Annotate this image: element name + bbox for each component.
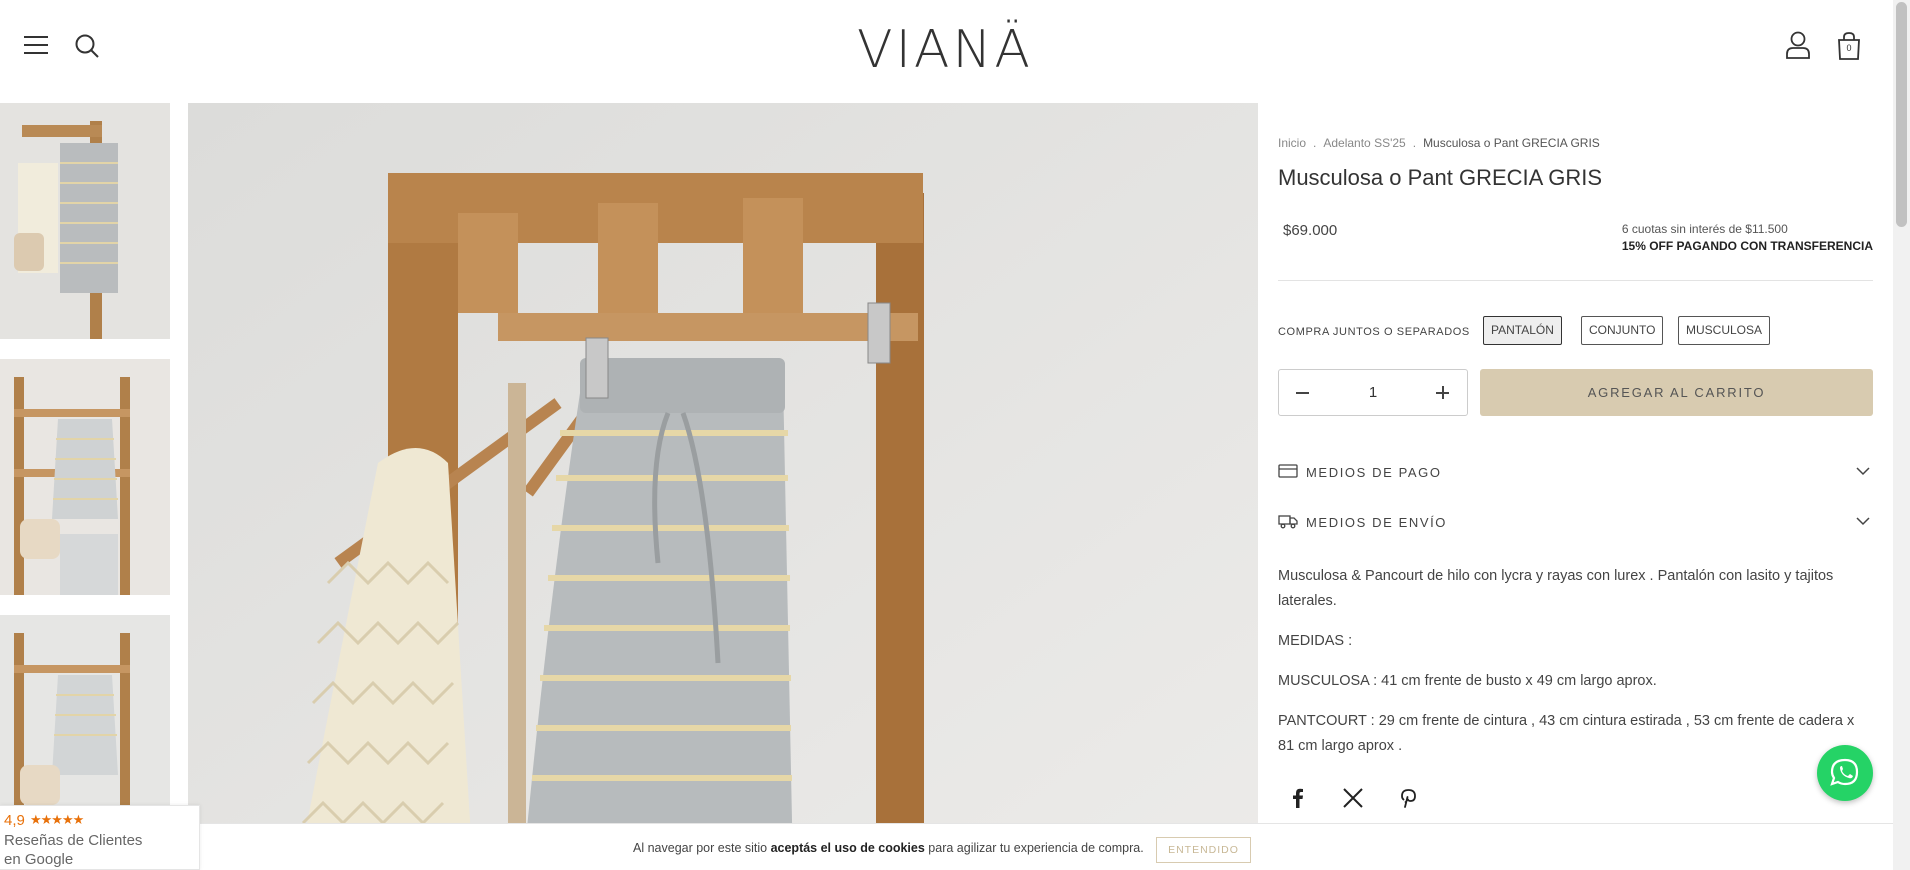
accordion-label: MEDIOS DE ENVÍO: [1306, 515, 1448, 530]
variant-option-pantalon[interactable]: PANTALÓN: [1483, 316, 1562, 345]
cookie-accept-button[interactable]: ENTENDIDO: [1156, 837, 1251, 863]
description-paragraph: MUSCULOSA : 41 cm frente de busto x 49 c…: [1278, 673, 1657, 689]
add-to-cart-button[interactable]: AGREGAR AL CARRITO: [1480, 369, 1873, 416]
pinterest-icon[interactable]: [1396, 786, 1420, 810]
reviews-label: Reseñas de Clientes: [4, 832, 143, 849]
site-logo[interactable]: VIANÄ: [0, 20, 1890, 80]
cookie-text-before: Al navegar por este sitio: [633, 841, 771, 855]
product-thumbnail-1[interactable]: [0, 103, 170, 339]
cookie-text-bold: aceptás el uso de cookies: [770, 841, 925, 855]
product-info: Inicio. Adelanto SS'25. Musculosa o Pant G…: [1278, 103, 1873, 870]
quantity-increase-button[interactable]: [1419, 370, 1467, 415]
breadcrumb-separator: .: [1313, 136, 1317, 150]
product-title: Musculosa o Pant GRECIA GRIS: [1278, 165, 1603, 190]
whatsapp-icon: [1830, 758, 1859, 786]
truck-icon: [1278, 513, 1298, 534]
description-paragraph: PANTCOURT : 29 cm frente de cintura , 43…: [1278, 713, 1855, 754]
facebook-icon[interactable]: [1286, 786, 1310, 810]
accordion-payment-methods[interactable]: MEDIOS DE PAGO: [1278, 458, 1873, 488]
google-reviews-badge[interactable]: 4,9 ★★★★★ Reseñas de Clientes en Google: [0, 805, 200, 870]
divider: [1278, 280, 1873, 281]
installments-text: 6 cuotas sin interés de $11.500: [1621, 222, 1788, 236]
account-icon[interactable]: [1785, 31, 1811, 59]
payment-info: 6 cuotas sin interés de $11.500 15% OFF …: [1622, 221, 1873, 255]
cookie-text: Al navegar por este sitio aceptás el uso…: [633, 841, 1144, 855]
cart-icon[interactable]: 0: [1836, 31, 1862, 61]
review-rating: 4,9: [4, 812, 25, 829]
page-scrollbar[interactable]: [1893, 0, 1910, 870]
reviews-source: en Google: [4, 851, 74, 868]
variant-label: COMPRA JUNTOS O SEPARADOS: [1278, 326, 1470, 338]
product-main-image[interactable]: [188, 103, 1258, 870]
chevron-down-icon: [1855, 514, 1871, 532]
breadcrumb: Inicio. Adelanto SS'25. Musculosa o Pant G…: [1278, 136, 1600, 150]
breadcrumb-category[interactable]: Adelanto SS'25: [1323, 136, 1405, 150]
chevron-down-icon: [1855, 464, 1871, 482]
variant-option-conjunto[interactable]: CONJUNTO: [1581, 316, 1664, 345]
quantity-stepper: [1278, 369, 1468, 416]
cart-count: 0: [1846, 43, 1852, 53]
x-icon[interactable]: [1341, 786, 1365, 810]
variant-option-musculosa[interactable]: MUSCULOSA: [1678, 316, 1771, 345]
breadcrumb-home[interactable]: Inicio: [1278, 136, 1306, 150]
product-thumbnails: [0, 103, 170, 870]
breadcrumb-current: Musculosa o Pant GRECIA GRIS: [1423, 136, 1600, 150]
site-header: VIANÄ 0: [0, 0, 1890, 103]
credit-card-icon: [1278, 463, 1298, 484]
product-thumbnail-2[interactable]: [0, 359, 170, 595]
product-description: Musculosa & Pancourt de hilo con lycra y…: [1278, 564, 1873, 774]
description-paragraph: MEDIDAS :: [1278, 633, 1353, 649]
transfer-promo: 15% OFF PAGANDO CON TRANSFERENCIA: [1621, 239, 1873, 253]
scrollbar-thumb[interactable]: [1896, 2, 1907, 227]
cookie-banner: Al navegar por este sitio aceptás el uso…: [200, 823, 1893, 870]
accordion-label: MEDIOS DE PAGO: [1306, 465, 1442, 480]
star-icon: ★★★★★: [30, 812, 84, 827]
quantity-decrease-button[interactable]: [1279, 370, 1327, 415]
breadcrumb-separator: .: [1412, 136, 1417, 150]
accordion-shipping-methods[interactable]: MEDIOS DE ENVÍO: [1278, 508, 1873, 538]
quantity-input[interactable]: [1327, 370, 1419, 415]
product-price: $69.000: [1283, 222, 1338, 239]
cookie-text-after: para agilizar tu experiencia de compra.: [924, 841, 1144, 855]
description-paragraph: Musculosa & Pancourt de hilo con lycra y…: [1278, 568, 1834, 609]
whatsapp-button[interactable]: [1817, 745, 1873, 801]
